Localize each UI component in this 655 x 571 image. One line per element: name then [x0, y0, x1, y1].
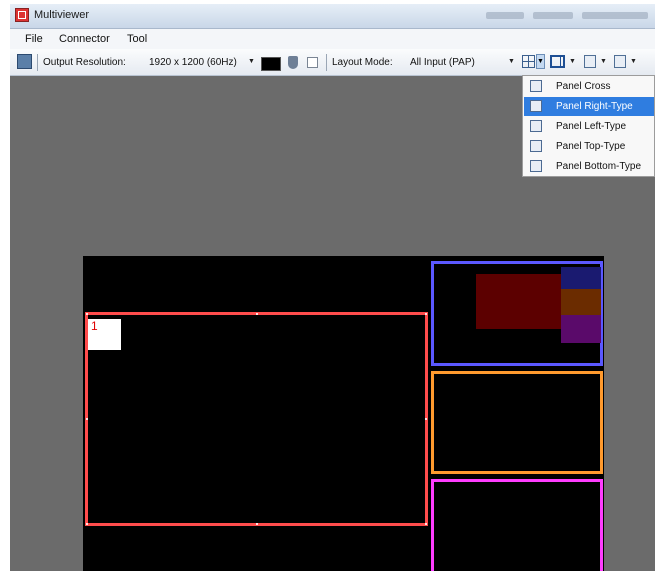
chevron-down-icon[interactable]: ▼ — [569, 58, 576, 65]
chevron-down-icon[interactable]: ▼ — [600, 58, 607, 65]
panel-top-type-icon — [530, 140, 542, 152]
menu-item-panel-left-type[interactable]: Panel Left-Type — [524, 117, 654, 136]
panel-cross-icon — [530, 80, 542, 92]
title-bar: Multiviewer — [10, 4, 655, 29]
side-panel-bottom[interactable] — [431, 479, 603, 571]
split-panel-icon[interactable] — [550, 55, 565, 68]
menu-item-label: Panel Right-Type — [556, 101, 633, 112]
resize-handle[interactable] — [425, 418, 427, 420]
option-checkbox[interactable] — [307, 57, 318, 68]
toolbar-separator — [37, 54, 38, 71]
resize-handle[interactable] — [86, 313, 88, 315]
paint-brush-icon[interactable] — [288, 56, 298, 69]
panel-bottom-type-icon — [530, 160, 542, 172]
menu-item-panel-cross[interactable]: Panel Cross — [524, 77, 654, 96]
background-color-swatch[interactable] — [261, 57, 281, 71]
panel-number-label: 1 — [88, 319, 121, 350]
title-bar-info — [582, 12, 648, 19]
menu-bar: File Connector Tool — [10, 29, 655, 49]
chevron-down-icon[interactable]: ▼ — [248, 58, 255, 65]
output-monitor-icon[interactable] — [17, 54, 32, 69]
preview-block — [561, 289, 601, 315]
resize-handle[interactable] — [256, 313, 258, 315]
menu-item-panel-top-type[interactable]: Panel Top-Type — [524, 137, 654, 156]
menu-connector[interactable]: Connector — [59, 33, 110, 45]
panel-right-type-icon — [530, 100, 542, 112]
resize-handle[interactable] — [86, 523, 88, 525]
chevron-down-icon[interactable]: ▼ — [508, 58, 515, 65]
output-resolution-select[interactable]: 1920 x 1200 (60Hz) — [149, 57, 237, 68]
side-panel-top[interactable] — [431, 261, 603, 366]
preview-block — [561, 315, 601, 343]
connector-tool-icon[interactable] — [614, 55, 626, 68]
menu-file[interactable]: File — [25, 33, 43, 45]
title-bar-info — [486, 12, 524, 19]
preview-block — [476, 274, 564, 329]
menu-tool[interactable]: Tool — [127, 33, 147, 45]
app-icon — [15, 8, 29, 22]
menu-item-panel-bottom-type[interactable]: Panel Bottom-Type — [524, 157, 654, 176]
grid-tool-icon[interactable] — [584, 55, 596, 68]
menu-item-label: Panel Cross — [556, 81, 611, 92]
chevron-down-icon[interactable]: ▼ — [630, 58, 637, 65]
resize-handle[interactable] — [425, 523, 427, 525]
menu-item-label: Panel Top-Type — [556, 141, 626, 152]
layout-mode-label: Layout Mode: — [332, 57, 393, 68]
panel-left-type-icon — [530, 120, 542, 132]
toolbar-separator — [326, 54, 327, 71]
menu-item-label: Panel Left-Type — [556, 121, 627, 132]
window-title: Multiviewer — [34, 9, 90, 21]
preview-block — [561, 267, 601, 289]
resize-handle[interactable] — [425, 313, 427, 315]
menu-item-panel-right-type[interactable]: Panel Right-Type — [524, 97, 654, 116]
panel-layout-icon[interactable] — [522, 55, 535, 68]
layout-preview-canvas[interactable]: 1 — [83, 256, 604, 571]
side-panel-middle[interactable] — [431, 371, 603, 474]
output-resolution-label: Output Resolution: — [43, 57, 126, 68]
resize-handle[interactable] — [256, 523, 258, 525]
main-input-panel[interactable] — [85, 312, 428, 526]
toolbar: Output Resolution: 1920 x 1200 (60Hz) ▼ … — [10, 49, 655, 76]
layout-mode-select[interactable]: All Input (PAP) — [410, 57, 475, 68]
menu-item-label: Panel Bottom-Type — [556, 161, 642, 172]
resize-handle[interactable] — [86, 418, 88, 420]
layout-dropdown-menu: Panel Cross Panel Right-Type Panel Left-… — [522, 75, 655, 177]
chevron-down-icon[interactable]: ▼ — [536, 54, 545, 69]
multiviewer-window: Multiviewer File Connector Tool Output R… — [10, 4, 655, 571]
title-bar-info — [533, 12, 573, 19]
